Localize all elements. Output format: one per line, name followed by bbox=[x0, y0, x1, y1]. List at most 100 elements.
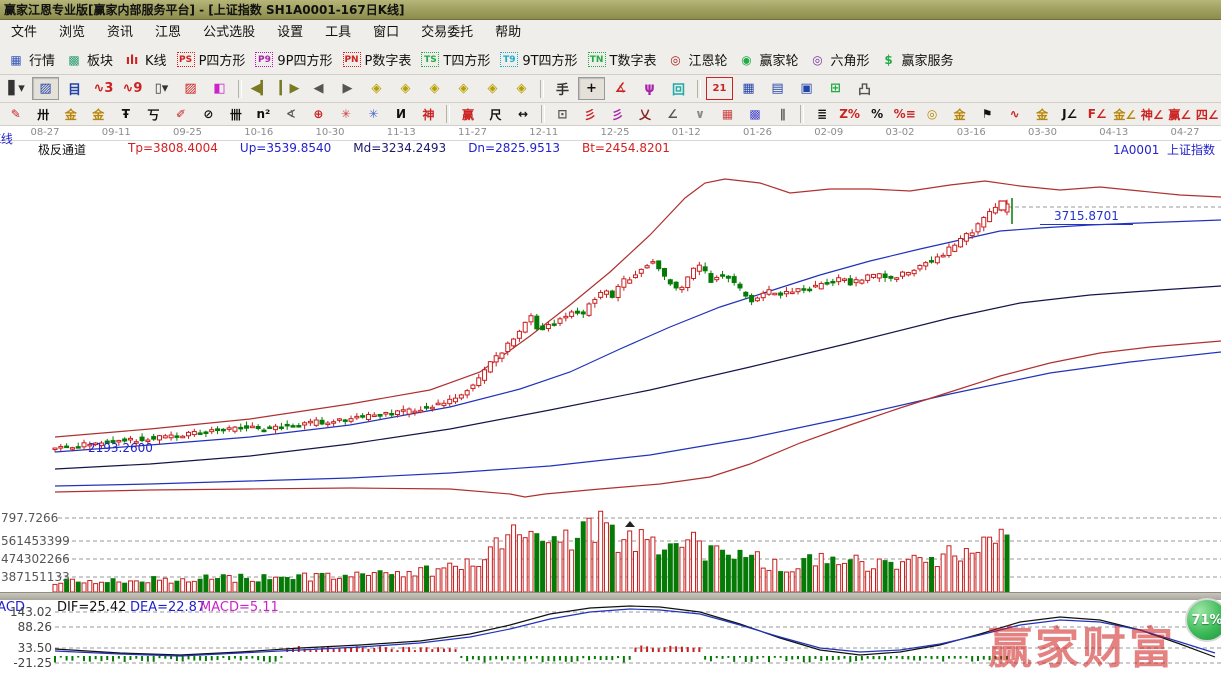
gann-wheel-button[interactable]: ◎江恩轮 bbox=[667, 50, 728, 69]
menu-file[interactable]: 文件 bbox=[0, 20, 48, 45]
ruler-123-icon[interactable]: 尺 bbox=[483, 104, 509, 125]
pen-tool-icon[interactable]: ✐ bbox=[168, 104, 194, 125]
first-page-icon[interactable]: ◀▎ bbox=[247, 77, 274, 100]
grid-corner-icon[interactable]: ▩ bbox=[742, 104, 768, 125]
menu-window[interactable]: 窗口 bbox=[362, 20, 410, 45]
brush-icon[interactable]: ✎ bbox=[3, 104, 29, 125]
pattern-box-icon[interactable]: ▨ bbox=[177, 77, 204, 100]
fan-lines-icon[interactable]: 彡 bbox=[577, 104, 603, 125]
winner-wheel-button[interactable]: ◉赢家轮 bbox=[738, 50, 799, 69]
gold-underline-icon[interactable]: 金 bbox=[1029, 104, 1055, 125]
9t-square-button[interactable]: T99T四方形 bbox=[500, 50, 577, 69]
menu-tools[interactable]: 工具 bbox=[314, 20, 362, 45]
si-angle-icon[interactable]: 四∠ bbox=[1195, 104, 1221, 125]
p-number-table-button[interactable]: PNP数字表 bbox=[343, 50, 412, 69]
grid-fill-icon[interactable]: ▦ bbox=[715, 104, 741, 125]
kline-period-icon[interactable]: ▋▾ bbox=[3, 77, 30, 100]
gann-diamond-mid-icon[interactable]: ◈ bbox=[392, 77, 419, 100]
v-lines-icon[interactable]: ∨ bbox=[687, 104, 713, 125]
panel-splitter[interactable] bbox=[0, 592, 1221, 600]
t-number-table-button[interactable]: TNT数字表 bbox=[588, 50, 657, 69]
crosshair-icon[interactable]: + bbox=[578, 77, 605, 100]
time-circle-icon[interactable]: ⊘ bbox=[196, 104, 222, 125]
fan-dark-icon[interactable]: 乂 bbox=[632, 104, 658, 125]
x-axis-date: 12-11 bbox=[529, 127, 558, 138]
quotes-button[interactable]: ▦行情 bbox=[7, 50, 55, 69]
f-angle-icon[interactable]: F∠ bbox=[1084, 104, 1110, 125]
notes-icon[interactable]: ▤ bbox=[764, 77, 791, 100]
chart-area[interactable]: 08-2709-1109-2510-1610-3011-1311-2712-11… bbox=[0, 126, 1221, 674]
brain-tool-icon[interactable]: 回 bbox=[665, 77, 692, 100]
percent-lines-icon[interactable]: %≡ bbox=[892, 104, 918, 125]
menu-browse[interactable]: 浏览 bbox=[48, 20, 96, 45]
ying-angle-icon[interactable]: 赢∠ bbox=[1167, 104, 1193, 125]
gold-angle-icon[interactable]: 金∠ bbox=[1112, 104, 1138, 125]
gold-grid2-icon[interactable]: 金 bbox=[86, 104, 112, 125]
kline-button[interactable]: ılıK线 bbox=[123, 50, 167, 69]
candle-style-icon[interactable]: ▯▾ bbox=[148, 77, 175, 100]
compare-9-icon[interactable]: ∿9 bbox=[119, 77, 146, 100]
measure-icon[interactable]: ∡ bbox=[607, 77, 634, 100]
calendar-icon[interactable]: 21 bbox=[706, 77, 733, 100]
print-icon[interactable]: 凸 bbox=[851, 77, 878, 100]
menu-news[interactable]: 资讯 bbox=[96, 20, 144, 45]
next-bar-icon[interactable]: ▶ bbox=[334, 77, 361, 100]
compare-3-icon[interactable]: ∿3 bbox=[90, 77, 117, 100]
flag-pen-icon[interactable]: ⚑ bbox=[974, 104, 1000, 125]
percent-icon[interactable]: % bbox=[864, 104, 890, 125]
fan-box-icon[interactable]: 彡 bbox=[605, 104, 631, 125]
menu-formula-stock-pick[interactable]: 公式选股 bbox=[192, 20, 266, 45]
wave-box-icon[interactable]: ∿ bbox=[1002, 104, 1028, 125]
box-tool-icon[interactable]: ⊡ bbox=[550, 104, 576, 125]
gold-circle-icon[interactable]: ◎ bbox=[919, 104, 945, 125]
gann-diamond-right-icon[interactable]: ◈ bbox=[421, 77, 448, 100]
gold-grid-icon[interactable]: 金 bbox=[58, 104, 84, 125]
menu-gann[interactable]: 江恩 bbox=[144, 20, 192, 45]
menu-trade-order[interactable]: 交易委托 bbox=[410, 20, 484, 45]
gann-diamond-up-icon[interactable]: ◈ bbox=[450, 77, 477, 100]
save-icon[interactable]: ▣ bbox=[793, 77, 820, 100]
angle-ruler-icon[interactable]: ∢ bbox=[278, 104, 304, 125]
volume-profile-icon[interactable]: ◧ bbox=[206, 77, 233, 100]
gann-diamond-left-icon[interactable]: ◈ bbox=[363, 77, 390, 100]
grid-ruler-icon[interactable]: 卌 bbox=[223, 104, 249, 125]
width-measure-icon[interactable]: ↔ bbox=[510, 104, 536, 125]
gann-diamond-down-icon[interactable]: ◈ bbox=[479, 77, 506, 100]
spiral-icon[interactable]: 丂 bbox=[141, 104, 167, 125]
menu-help[interactable]: 帮助 bbox=[484, 20, 532, 45]
wave-count-icon[interactable]: И bbox=[388, 104, 414, 125]
sectors-button[interactable]: ▩板块 bbox=[65, 50, 113, 69]
menu-settings[interactable]: 设置 bbox=[266, 20, 314, 45]
j-angle-icon[interactable]: J∠ bbox=[1057, 104, 1083, 125]
f-grid-icon[interactable]: Ŧ bbox=[113, 104, 139, 125]
percent-angle-icon[interactable]: Z% bbox=[837, 104, 863, 125]
target-icon[interactable]: ⊕ bbox=[306, 104, 332, 125]
last-page-icon[interactable]: ▎▶ bbox=[276, 77, 303, 100]
title-bar[interactable]: 赢家江恩专业版[赢家内部服务平台] - [上证指数 SH1A0001-167日K… bbox=[0, 0, 1221, 20]
shen-angle-icon[interactable]: 神∠ bbox=[1139, 104, 1165, 125]
winner-service-button[interactable]: $赢家服务 bbox=[880, 50, 954, 69]
gold-lines-icon[interactable]: 金 bbox=[947, 104, 973, 125]
hand-pan-icon[interactable]: 手 bbox=[549, 77, 576, 100]
gann-diamond-fit-icon[interactable]: ◈ bbox=[508, 77, 535, 100]
gann-line-icon[interactable]: 卅 bbox=[31, 104, 57, 125]
quotes-icon: ▦ bbox=[7, 52, 25, 68]
p-square-button[interactable]: PSP四方形 bbox=[177, 50, 246, 69]
9p-square-button[interactable]: P99P四方形 bbox=[255, 50, 332, 69]
calculator-icon[interactable]: ▦ bbox=[735, 77, 762, 100]
angle-lines-icon[interactable]: ∠ bbox=[660, 104, 686, 125]
n2-icon[interactable]: n² bbox=[251, 104, 277, 125]
square-web-icon[interactable]: ✳ bbox=[361, 104, 387, 125]
ying-ruler-icon[interactable]: 赢 bbox=[455, 104, 481, 125]
spider-web-icon[interactable]: ✳ bbox=[333, 104, 359, 125]
prev-bar-icon[interactable]: ◀ bbox=[305, 77, 332, 100]
parallel-lines-icon[interactable]: ∥ bbox=[770, 104, 796, 125]
t-square-button[interactable]: TST四方形 bbox=[421, 50, 490, 69]
tree-tool-icon[interactable]: ψ bbox=[636, 77, 663, 100]
multi-chart-icon[interactable]: ▨ bbox=[32, 77, 59, 100]
share-icon[interactable]: ⊞ bbox=[822, 77, 849, 100]
shen-grid-icon[interactable]: 神 bbox=[416, 104, 442, 125]
price-scale-icon[interactable]: ≣ bbox=[809, 104, 835, 125]
hexagon-button[interactable]: ◎六角形 bbox=[809, 50, 870, 69]
f10-info-icon[interactable]: 目 bbox=[61, 77, 88, 100]
